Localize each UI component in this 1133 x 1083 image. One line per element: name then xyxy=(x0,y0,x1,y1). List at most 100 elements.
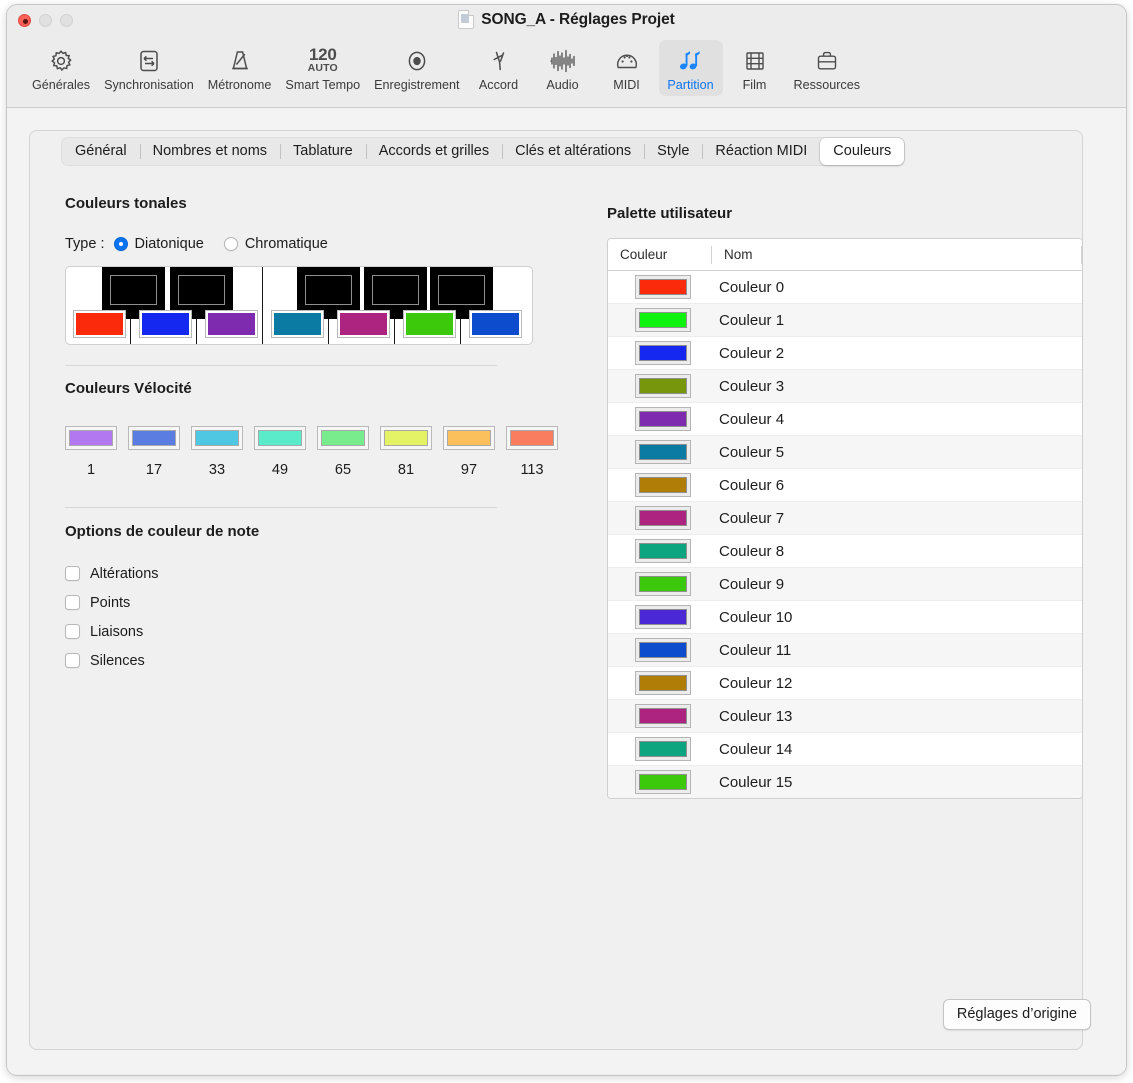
table-row[interactable]: Couleur 9 xyxy=(608,568,1082,601)
palette-name-cell[interactable]: Couleur 12 xyxy=(711,675,1082,692)
table-row[interactable]: Couleur 5 xyxy=(608,436,1082,469)
palette-name-cell[interactable]: Couleur 6 xyxy=(711,477,1082,494)
table-row[interactable]: Couleur 7 xyxy=(608,502,1082,535)
color-swatch[interactable] xyxy=(635,506,691,530)
table-row[interactable]: Couleur 8 xyxy=(608,535,1082,568)
checkbox-alterations[interactable]: Altérations xyxy=(65,559,159,588)
white-key-swatch-g[interactable] xyxy=(337,310,390,338)
white-key-swatch-b[interactable] xyxy=(469,310,522,338)
white-key-swatch-e[interactable] xyxy=(205,310,258,338)
color-swatch[interactable] xyxy=(635,407,691,431)
color-swatch[interactable] xyxy=(635,737,691,761)
white-key-swatch-a[interactable] xyxy=(403,310,456,338)
velocity-swatch[interactable] xyxy=(317,426,369,450)
velocity-swatch[interactable] xyxy=(254,426,306,450)
white-key-swatch-c[interactable] xyxy=(73,310,126,338)
velocity-swatch[interactable] xyxy=(191,426,243,450)
toolbar-item-synchronisation[interactable]: Synchronisation xyxy=(97,40,201,96)
palette-color-cell xyxy=(608,671,711,695)
tab-reaction-midi[interactable]: Réaction MIDI xyxy=(702,138,820,165)
color-swatch[interactable] xyxy=(635,308,691,332)
color-swatch[interactable] xyxy=(635,770,691,794)
radio-chromatique[interactable]: Chromatique xyxy=(224,236,328,252)
palette-name-cell[interactable]: Couleur 5 xyxy=(711,444,1082,461)
palette-name-cell[interactable]: Couleur 0 xyxy=(711,279,1082,296)
table-row[interactable]: Couleur 13 xyxy=(608,700,1082,733)
radio-diatonique[interactable]: Diatonique xyxy=(114,236,204,252)
palette-name-cell[interactable]: Couleur 1 xyxy=(711,312,1082,329)
document-icon xyxy=(458,10,474,29)
color-swatch[interactable] xyxy=(635,638,691,662)
toolbar-item-generales[interactable]: Générales xyxy=(25,40,97,96)
color-swatch[interactable] xyxy=(635,704,691,728)
velocity-swatch[interactable] xyxy=(443,426,495,450)
column-resize-handle[interactable] xyxy=(1081,246,1082,264)
palette-name-cell[interactable]: Couleur 7 xyxy=(711,510,1082,527)
toolbar-item-midi[interactable]: MIDI xyxy=(595,40,659,96)
palette-color-cell xyxy=(608,407,711,431)
toolbar-item-ressources[interactable]: Ressources xyxy=(787,40,868,96)
velocity-swatch[interactable] xyxy=(65,426,117,450)
table-row[interactable]: Couleur 6 xyxy=(608,469,1082,502)
table-row[interactable]: Couleur 11 xyxy=(608,634,1082,667)
toolbar-label: MIDI xyxy=(613,78,640,92)
checkbox-liaisons[interactable]: Liaisons xyxy=(65,617,159,646)
tonal-keyboard xyxy=(65,266,533,345)
color-swatch[interactable] xyxy=(635,473,691,497)
table-row[interactable]: Couleur 4 xyxy=(608,403,1082,436)
white-key-swatch-f[interactable] xyxy=(271,310,324,338)
checkbox-silences[interactable]: Silences xyxy=(65,646,159,675)
tab-accords-et-grilles[interactable]: Accords et grilles xyxy=(366,138,502,165)
toolbar-item-audio[interactable]: Audio xyxy=(531,40,595,96)
velocity-swatch[interactable] xyxy=(506,426,558,450)
color-swatch[interactable] xyxy=(635,572,691,596)
toolbar-item-accord[interactable]: Accord xyxy=(467,40,531,96)
palette-name-cell[interactable]: Couleur 10 xyxy=(711,609,1082,626)
color-swatch[interactable] xyxy=(635,605,691,629)
palette-name-cell[interactable]: Couleur 14 xyxy=(711,741,1082,758)
palette-name-cell[interactable]: Couleur 15 xyxy=(711,774,1082,791)
palette-name-cell[interactable]: Couleur 2 xyxy=(711,345,1082,362)
toolbar-item-metronome[interactable]: Métronome xyxy=(201,40,279,96)
tab-general[interactable]: Général xyxy=(62,138,140,165)
restore-defaults-button[interactable]: Réglages d’origine xyxy=(943,999,1091,1030)
table-row[interactable]: Couleur 15 xyxy=(608,766,1082,799)
color-swatch[interactable] xyxy=(635,374,691,398)
table-row[interactable]: Couleur 12 xyxy=(608,667,1082,700)
palette-name-cell[interactable]: Couleur 13 xyxy=(711,708,1082,725)
tab-style[interactable]: Style xyxy=(644,138,702,165)
velocity-swatch[interactable] xyxy=(128,426,180,450)
swatch-fill-b xyxy=(472,313,519,335)
palette-name-cell[interactable]: Couleur 3 xyxy=(711,378,1082,395)
table-row[interactable]: Couleur 0 xyxy=(608,271,1082,304)
tab-nombres-et-noms[interactable]: Nombres et noms xyxy=(140,138,280,165)
velocity-swatch[interactable] xyxy=(380,426,432,450)
toolbar-item-smart-tempo[interactable]: 120 AUTO Smart Tempo xyxy=(278,40,367,96)
white-key-swatch-d[interactable] xyxy=(139,310,192,338)
color-swatch[interactable] xyxy=(635,539,691,563)
color-swatch[interactable] xyxy=(635,440,691,464)
toolbar-item-film[interactable]: Film xyxy=(723,40,787,96)
palette-name-cell[interactable]: Couleur 8 xyxy=(711,543,1082,560)
column-header-nom[interactable]: Nom xyxy=(711,246,1081,264)
color-swatch[interactable] xyxy=(635,275,691,299)
palette-name-cell[interactable]: Couleur 9 xyxy=(711,576,1082,593)
table-row[interactable]: Couleur 2 xyxy=(608,337,1082,370)
color-swatch[interactable] xyxy=(635,671,691,695)
table-row[interactable]: Couleur 14 xyxy=(608,733,1082,766)
toolbar-item-partition[interactable]: Partition xyxy=(659,40,723,96)
checkbox-points[interactable]: Points xyxy=(65,588,159,617)
tab-couleurs[interactable]: Couleurs xyxy=(820,138,904,165)
color-swatch[interactable] xyxy=(635,341,691,365)
column-header-couleur[interactable]: Couleur xyxy=(608,246,711,264)
toolbar-label: Smart Tempo xyxy=(285,78,360,92)
palette-name-cell[interactable]: Couleur 11 xyxy=(711,642,1082,659)
palette-name-cell[interactable]: Couleur 4 xyxy=(711,411,1082,428)
table-row[interactable]: Couleur 1 xyxy=(608,304,1082,337)
table-row[interactable]: Couleur 3 xyxy=(608,370,1082,403)
type-label: Type : xyxy=(65,236,105,252)
tab-tablature[interactable]: Tablature xyxy=(280,138,366,165)
table-row[interactable]: Couleur 10 xyxy=(608,601,1082,634)
toolbar-item-enregistrement[interactable]: Enregistrement xyxy=(367,40,466,96)
tab-cles-et-alterations[interactable]: Clés et altérations xyxy=(502,138,644,165)
